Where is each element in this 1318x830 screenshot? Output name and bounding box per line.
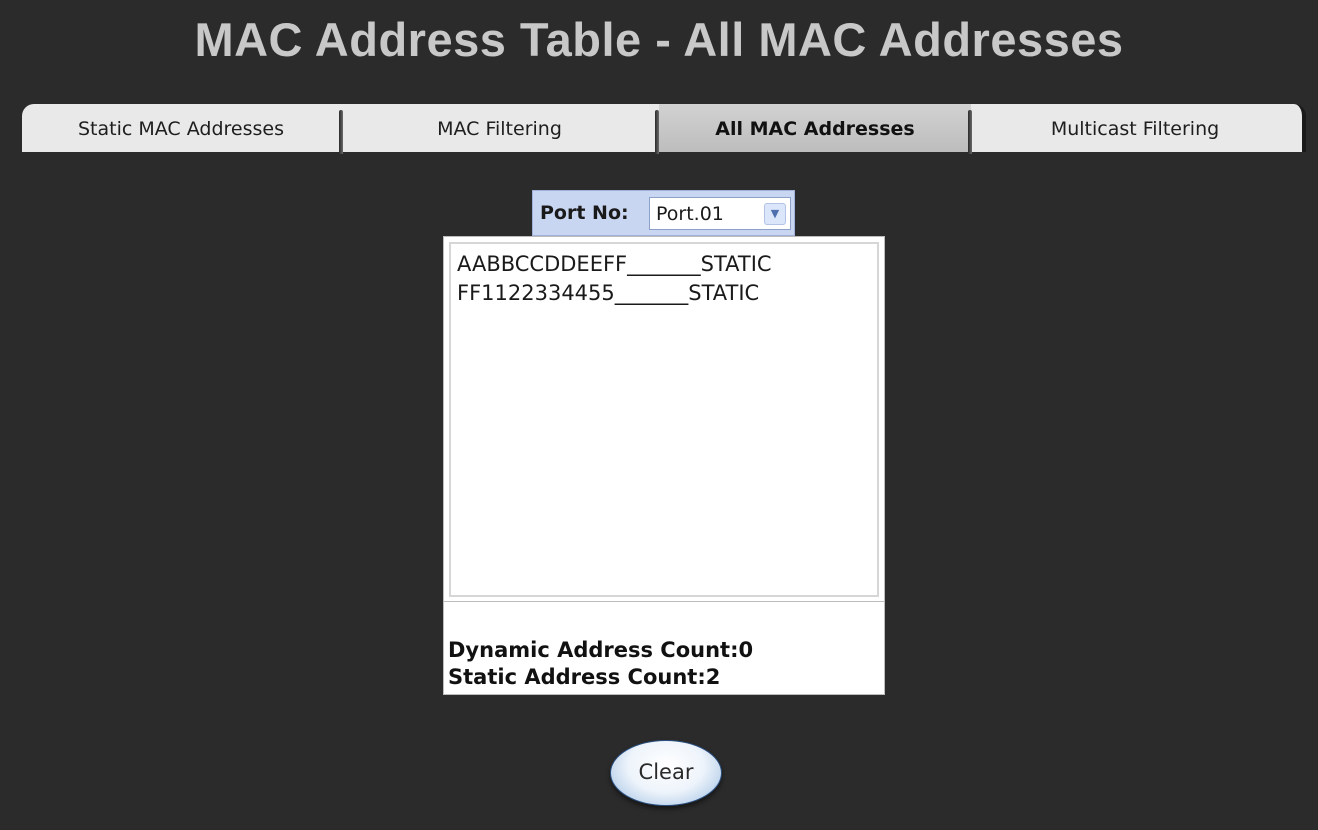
port-select[interactable]: Port.01 ▼ [649,197,791,230]
page-title: MAC Address Table - All MAC Addresses [194,13,1124,66]
tab-mac-filtering[interactable]: MAC Filtering [343,104,656,152]
mac-address-list[interactable]: AABBCCDDEEFF_______STATIC FF1122334455__… [449,242,879,597]
port-selector-box: Port No: Port.01 ▼ [532,190,795,236]
tab-multicast-filtering[interactable]: Multicast Filtering [972,104,1298,152]
dynamic-address-count: Dynamic Address Count:0 [448,638,754,662]
tab-bar: Static MAC Addresses MAC Filtering All M… [22,104,1306,154]
port-select-value: Port.01 [656,203,724,225]
clear-button[interactable]: Clear [610,740,722,806]
tab-static-mac-addresses[interactable]: Static MAC Addresses [22,104,340,152]
static-address-count: Static Address Count:2 [448,665,721,689]
mac-list-item[interactable]: FF1122334455_______STATIC [457,281,759,305]
panel-divider [444,601,884,602]
tab-all-mac-addresses[interactable]: All MAC Addresses [659,104,971,152]
chevron-down-icon[interactable]: ▼ [764,203,786,225]
mac-address-panel: AABBCCDDEEFF_______STATIC FF1122334455__… [443,236,885,695]
port-no-label: Port No: [540,202,629,224]
mac-list-item[interactable]: AABBCCDDEEFF_______STATIC [457,252,772,276]
